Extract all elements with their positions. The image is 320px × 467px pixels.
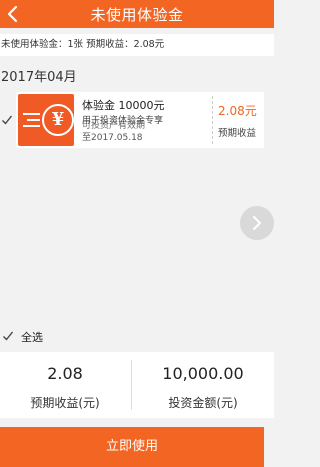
voucher-amount-label: 预期收益 xyxy=(218,128,257,139)
month-heading: 2017年04月 xyxy=(1,70,77,85)
voucher-expiry: 至2017.05.18 xyxy=(82,133,143,143)
speed-lines-icon xyxy=(23,113,40,127)
use-now-button[interactable]: 立即使用 xyxy=(0,427,264,467)
voucher-name: 体验金 10000元 xyxy=(82,99,165,112)
page-title: 未使用体验金 xyxy=(90,6,184,24)
yuan-glyph: ¥ xyxy=(51,109,65,130)
select-all-label[interactable]: 全选 xyxy=(21,329,43,345)
invest-amount-label: 投资金额(元) xyxy=(168,396,238,410)
voucher-icon-tile: ¥ xyxy=(18,94,74,146)
top-bar: 未使用体验金 xyxy=(0,0,274,28)
stats-panel: 2.08 预期收益(元) 10,000.00 投资金额(元) xyxy=(0,352,274,418)
voucher-card[interactable]: ¥ 体验金 10000元 用于投资体验金专享 可投资产有效期 至2017.05.… xyxy=(16,92,264,148)
expected-income-value: 2.08 xyxy=(47,364,83,383)
select-all-checkbox[interactable] xyxy=(2,330,14,342)
summary-bar: 未使用体验金：1张 预期收益：2.08元 xyxy=(0,34,274,56)
expected-income-stat: 2.08 预期收益(元) xyxy=(0,352,130,418)
next-page-button[interactable] xyxy=(240,206,274,240)
expected-income-label: 预期收益(元) xyxy=(30,396,100,410)
card-checkbox[interactable] xyxy=(1,114,13,126)
yuan-coin-icon: ¥ xyxy=(42,104,74,136)
voucher-amount: 2.08元 xyxy=(218,104,257,118)
chevron-right-icon xyxy=(253,216,261,230)
card-divider xyxy=(212,96,213,144)
invest-amount-value: 10,000.00 xyxy=(162,364,244,383)
invest-amount-stat: 10,000.00 投资金额(元) xyxy=(132,352,274,418)
